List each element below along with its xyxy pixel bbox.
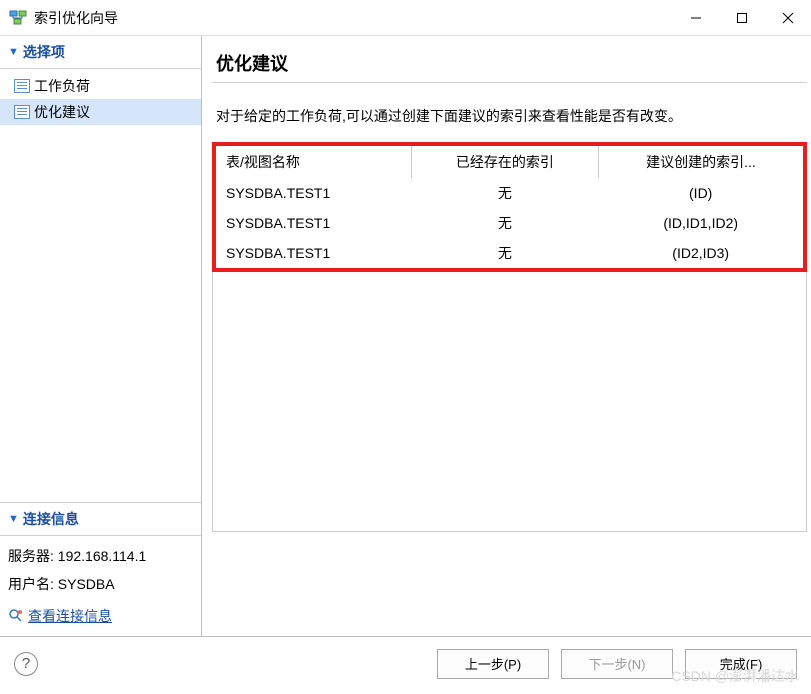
col-suggested-index[interactable]: 建议创建的索引...: [598, 146, 803, 178]
page-title: 优化建议: [212, 50, 807, 76]
description-text: 对于给定的工作负荷,可以通过创建下面建议的索引来查看性能是否有改变。: [212, 103, 807, 130]
user-row: 用户名: SYSDBA: [8, 570, 193, 598]
user-value: SYSDBA: [58, 576, 115, 592]
select-panel-title: 选择项: [23, 42, 65, 62]
cell-suggested: (ID2,ID3): [598, 238, 803, 268]
col-table-name[interactable]: 表/视图名称: [216, 146, 411, 178]
cell-suggested: (ID): [598, 178, 803, 208]
cell-existing: 无: [411, 208, 598, 238]
cell-name: SYSDBA.TEST1: [216, 238, 411, 268]
app-icon: [8, 8, 28, 28]
server-row: 服务器: 192.168.114.1: [8, 542, 193, 570]
cell-existing: 无: [411, 238, 598, 268]
table-row[interactable]: SYSDBA.TEST1 无 (ID,ID1,ID2): [216, 208, 803, 238]
cell-suggested: (ID,ID1,ID2): [598, 208, 803, 238]
view-connection-row: 查看连接信息: [8, 602, 193, 630]
cell-existing: 无: [411, 178, 598, 208]
titlebar: 索引优化向导: [0, 0, 811, 36]
divider: [212, 82, 807, 83]
user-label: 用户名:: [8, 576, 54, 592]
footer: ? 上一步(P) 下一步(N) 完成(F): [0, 636, 811, 690]
next-button: 下一步(N): [561, 649, 673, 679]
collapse-icon: ▼: [8, 46, 19, 58]
col-existing-index[interactable]: 已经存在的索引: [411, 146, 598, 178]
table-empty-area: [212, 272, 807, 532]
document-icon: [14, 105, 30, 119]
nav-list: 工作负荷 优化建议: [0, 69, 201, 129]
close-button[interactable]: [765, 0, 811, 35]
nav-item-label: 工作负荷: [34, 76, 90, 96]
select-panel-header[interactable]: ▼ 选择项: [0, 36, 201, 69]
window-controls: [673, 0, 811, 35]
connection-panel-header[interactable]: ▼ 连接信息: [0, 503, 201, 536]
suggestion-table: 表/视图名称 已经存在的索引 建议创建的索引... SYSDBA.TEST1 无…: [216, 146, 803, 268]
table-row[interactable]: SYSDBA.TEST1 无 (ID2,ID3): [216, 238, 803, 268]
main-content: 优化建议 对于给定的工作负荷,可以通过创建下面建议的索引来查看性能是否有改变。 …: [202, 36, 811, 636]
nav-item-suggestion[interactable]: 优化建议: [0, 99, 201, 125]
server-label: 服务器:: [8, 548, 54, 564]
table-header-row: 表/视图名称 已经存在的索引 建议创建的索引...: [216, 146, 803, 178]
view-connection-link[interactable]: 查看连接信息: [28, 602, 112, 630]
connection-panel-title: 连接信息: [23, 509, 79, 529]
back-button[interactable]: 上一步(P): [437, 649, 549, 679]
suggestion-table-highlight: 表/视图名称 已经存在的索引 建议创建的索引... SYSDBA.TEST1 无…: [212, 142, 807, 272]
link-icon: [8, 608, 24, 624]
server-value: 192.168.114.1: [58, 548, 147, 564]
help-button[interactable]: ?: [14, 652, 38, 676]
table-row[interactable]: SYSDBA.TEST1 无 (ID): [216, 178, 803, 208]
maximize-button[interactable]: [719, 0, 765, 35]
nav-item-workload[interactable]: 工作负荷: [0, 73, 201, 99]
finish-button[interactable]: 完成(F): [685, 649, 797, 679]
cell-name: SYSDBA.TEST1: [216, 178, 411, 208]
window-title: 索引优化向导: [34, 8, 673, 28]
minimize-button[interactable]: [673, 0, 719, 35]
document-icon: [14, 79, 30, 93]
cell-name: SYSDBA.TEST1: [216, 208, 411, 238]
collapse-icon: ▼: [8, 513, 19, 525]
sidebar: ▼ 选择项 工作负荷 优化建议 ▼ 连接信息 服务器: 192.168.114.…: [0, 36, 202, 636]
nav-item-label: 优化建议: [34, 102, 90, 122]
connection-panel: ▼ 连接信息 服务器: 192.168.114.1 用户名: SYSDBA: [0, 502, 201, 636]
